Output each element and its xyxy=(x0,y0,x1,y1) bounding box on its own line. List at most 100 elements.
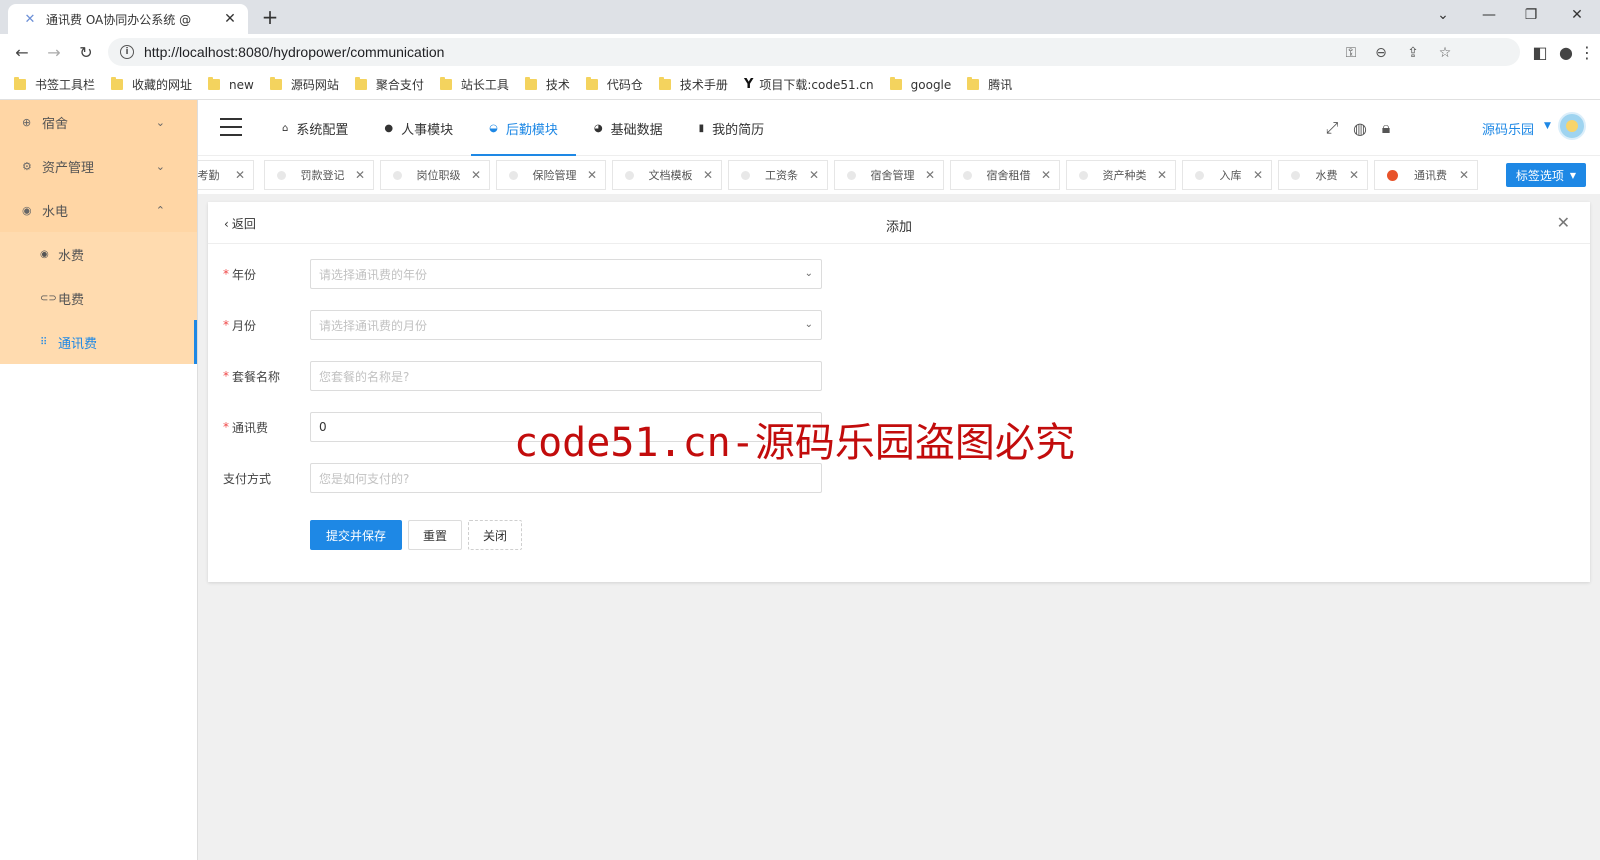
form-card: ‹ 返回 添加 ✕ * 年份 请选择通讯费的年份 ⌄ * 月份 请选择通讯费的月份 … xyxy=(208,202,1590,582)
page-tab[interactable]: 打考勤✕ xyxy=(198,160,254,190)
close-icon[interactable]: ✕ xyxy=(579,168,605,182)
field-label: 支付方式 xyxy=(223,471,272,486)
browser-tab[interactable]: ✕ 通讯费 OA协同办公系统 @ ✕ xyxy=(8,4,248,34)
profile-icon[interactable]: ● xyxy=(1556,40,1576,64)
dot-icon xyxy=(1195,170,1204,180)
topnav-system-config[interactable]: ⌂ 系统配置 xyxy=(264,100,366,156)
sidebar-subitem-water[interactable]: ◉ 水费 xyxy=(0,232,197,276)
bookmark-item[interactable]: 腾讯 xyxy=(967,76,1012,93)
menu-kebab-icon[interactable]: ⋮ xyxy=(1578,40,1596,64)
forward-arrow-icon[interactable]: → xyxy=(42,40,66,64)
close-icon[interactable]: ✕ xyxy=(463,168,489,182)
dot-icon xyxy=(625,170,634,180)
page-tab[interactable]: 文档模板 ✕ xyxy=(612,160,722,190)
page-tab[interactable]: 保险管理 ✕ xyxy=(496,160,606,190)
restore-icon[interactable]: ❐ xyxy=(1508,0,1554,30)
key-icon[interactable]: ⚿ xyxy=(1342,44,1360,62)
leaf-icon: ● xyxy=(384,122,394,134)
folder-icon xyxy=(967,77,980,90)
close-button[interactable]: 关闭 xyxy=(468,520,522,550)
page-tab[interactable]: 资产种类 ✕ xyxy=(1066,160,1176,190)
topnav-logistics[interactable]: ◒ 后勤模块 xyxy=(471,100,576,156)
avatar[interactable] xyxy=(1558,112,1586,140)
close-icon[interactable]: ✕ xyxy=(1341,168,1367,182)
chevron-up-icon: ⌃ xyxy=(155,203,165,217)
close-icon[interactable]: ✕ xyxy=(1557,213,1570,232)
star-icon[interactable]: ☆ xyxy=(1436,44,1454,62)
topnav-hr[interactable]: ● 人事模块 xyxy=(366,100,471,156)
info-icon[interactable]: i xyxy=(120,45,134,59)
page-tab[interactable]: 工资条 ✕ xyxy=(728,160,828,190)
page-tab[interactable]: 入库 ✕ xyxy=(1182,160,1272,190)
gear-icon: ⚙ xyxy=(22,159,32,173)
share-icon[interactable]: ⇪ xyxy=(1404,44,1422,62)
page-title: 添加 xyxy=(885,220,912,235)
user-name[interactable]: 源码乐园 xyxy=(1482,119,1534,138)
sidebar-subitem-communication[interactable]: ⠿ 通讯费 xyxy=(0,320,197,364)
zoom-icon[interactable]: ⊖ xyxy=(1372,44,1390,62)
sidebar-item-assets[interactable]: ⚙ 资产管理 ⌄ xyxy=(0,144,197,188)
sidebar-item-utilities[interactable]: ◉ 水电 ⌃ xyxy=(0,188,197,232)
close-icon[interactable]: ✕ xyxy=(347,168,373,182)
year-select[interactable]: 请选择通讯费的年份 ⌄ xyxy=(310,259,822,289)
lock-icon[interactable]: 🔒︎ xyxy=(1376,118,1396,138)
close-icon[interactable]: ✕ xyxy=(801,168,827,182)
folder-icon xyxy=(524,77,537,90)
minimize-icon[interactable]: — xyxy=(1466,0,1512,30)
reset-button[interactable]: 重置 xyxy=(408,520,462,550)
page-tab-active[interactable]: 通讯费 ✕ xyxy=(1374,160,1478,190)
bookmark-item[interactable]: 站长工具 xyxy=(439,76,509,93)
close-icon[interactable]: ✕ xyxy=(695,168,721,182)
plan-name-input[interactable]: 您套餐的名称是? xyxy=(310,361,822,391)
month-select[interactable]: 请选择通讯费的月份 ⌄ xyxy=(310,310,822,340)
globe-icon[interactable]: ◍ xyxy=(1350,118,1370,138)
reload-icon[interactable]: ↻ xyxy=(74,40,98,64)
close-icon[interactable]: ✕ xyxy=(917,168,943,182)
bookmark-item[interactable]: Y 项目下载:code51.cn xyxy=(744,76,874,93)
folder-icon xyxy=(354,77,367,90)
page-tab[interactable]: 宿舍管理 ✕ xyxy=(834,160,944,190)
bookmark-item[interactable]: 聚合支付 xyxy=(354,76,424,93)
fullscreen-icon[interactable]: ⤢ xyxy=(1322,118,1342,138)
page-tab[interactable]: 水费 ✕ xyxy=(1278,160,1368,190)
dot-icon xyxy=(509,170,518,180)
new-tab-icon[interactable]: + xyxy=(258,5,282,29)
bookmark-item[interactable]: 代码仓 xyxy=(585,76,643,93)
bookmark-item[interactable]: google xyxy=(889,77,951,92)
sidepanel-icon[interactable]: ◧ xyxy=(1528,40,1552,64)
dot-icon xyxy=(393,170,402,180)
bookmark-item[interactable]: 收藏的网址 xyxy=(111,76,192,93)
sidebar-subitem-electricity[interactable]: ⊂⊃ 电费 xyxy=(0,276,197,320)
field-label: * 年份 xyxy=(223,267,257,282)
submit-button[interactable]: 提交并保存 xyxy=(310,520,402,550)
required-mark: * xyxy=(223,369,229,383)
bookmark-item[interactable]: 技术手册 xyxy=(658,76,728,93)
bookmark-item[interactable]: 书签工具栏 xyxy=(14,76,95,93)
tab-search-icon[interactable]: ⌄ xyxy=(1420,0,1466,30)
bookmark-item[interactable]: new xyxy=(208,77,254,92)
page-tab[interactable]: 岗位职级 ✕ xyxy=(380,160,490,190)
window-close-icon[interactable]: ✕ xyxy=(1554,0,1600,30)
close-icon[interactable]: ✕ xyxy=(1033,168,1059,182)
hamburger-menu-icon[interactable] xyxy=(220,118,242,136)
close-tab-icon[interactable]: ✕ xyxy=(222,11,238,27)
bookmark-item[interactable]: 源码网站 xyxy=(269,76,339,93)
topnav-resume[interactable]: ▮ 我的简历 xyxy=(681,100,783,156)
back-arrow-icon[interactable]: ← xyxy=(10,40,34,64)
address-bar[interactable]: i http://localhost:8080/hydropower/commu… xyxy=(108,38,1520,66)
bookmark-item[interactable]: 技术 xyxy=(524,76,570,93)
page-tab[interactable]: 宿舍租借 ✕ xyxy=(950,160,1060,190)
close-icon[interactable]: ✕ xyxy=(227,168,253,182)
caret-down-icon: ▼ xyxy=(1569,170,1577,180)
page-tab[interactable]: 罚款登记 ✕ xyxy=(264,160,374,190)
sidebar-item-dormitory[interactable]: ⊕ 宿舍 ⌄ xyxy=(0,100,197,144)
tab-options-button[interactable]: 标签选项 ▼ xyxy=(1506,163,1586,187)
url-text: http://localhost:8080/hydropower/communi… xyxy=(144,44,445,60)
book-icon: ▮ xyxy=(698,122,705,134)
folder-icon xyxy=(14,77,26,90)
caret-down-icon[interactable]: ▼ xyxy=(1544,121,1551,131)
close-icon[interactable]: ✕ xyxy=(1245,168,1271,182)
close-icon[interactable]: ✕ xyxy=(1451,168,1477,182)
topnav-basic-data[interactable]: ◕ 基础数据 xyxy=(576,100,681,156)
close-icon[interactable]: ✕ xyxy=(1149,168,1175,182)
